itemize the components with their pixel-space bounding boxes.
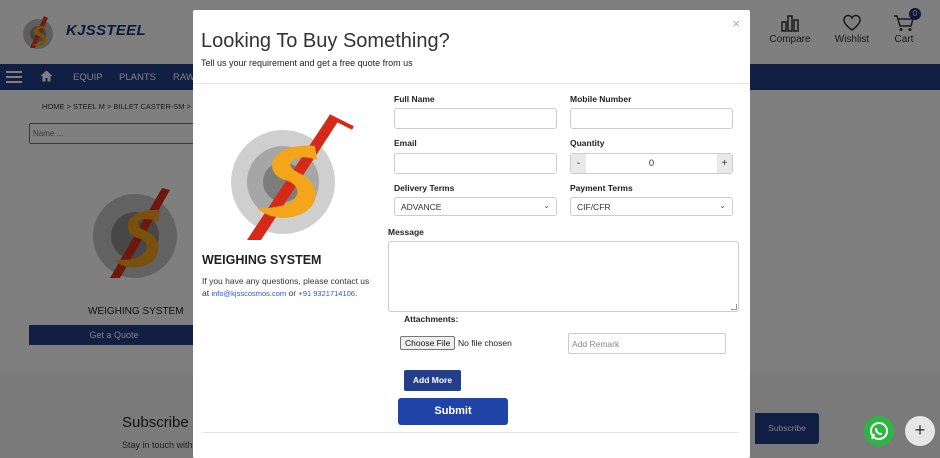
email-label: Email xyxy=(394,138,417,148)
choose-file-button[interactable]: Choose File xyxy=(400,336,456,350)
company-logo-image xyxy=(231,114,354,240)
contact-phone-link[interactable]: +91 9321714106 xyxy=(298,289,355,298)
email-field[interactable] xyxy=(394,153,557,174)
chevron-down-icon: ⌄ xyxy=(543,201,550,210)
delivery-terms-select[interactable]: ADVANCE ⌄ xyxy=(394,197,557,216)
modal-product-title: WEIGHING SYSTEM xyxy=(202,253,322,267)
full-name-field[interactable] xyxy=(394,108,557,129)
contact-text-end: . xyxy=(354,288,358,298)
delivery-terms-label: Delivery Terms xyxy=(394,183,455,193)
add-more-button[interactable]: Add More xyxy=(404,370,461,391)
whatsapp-button[interactable] xyxy=(864,416,894,446)
modal-divider xyxy=(193,83,750,84)
quote-modal: × Looking To Buy Something? Tell us your… xyxy=(193,10,750,458)
full-name-label: Full Name xyxy=(394,94,435,104)
expand-plus-button[interactable]: + xyxy=(905,416,935,446)
mobile-label: Mobile Number xyxy=(570,94,632,104)
chevron-down-icon: ⌄ xyxy=(719,201,726,210)
payment-terms-select[interactable]: CIF/CFR ⌄ xyxy=(570,197,733,216)
contact-text-or: or xyxy=(286,288,299,298)
payment-terms-value: CIF/CFR xyxy=(577,202,611,212)
submit-button[interactable]: Submit xyxy=(398,398,508,425)
message-label: Message xyxy=(388,227,424,237)
remark-input[interactable]: Add Remark xyxy=(568,333,726,354)
modal-footer-divider xyxy=(202,432,739,433)
modal-title: Looking To Buy Something? xyxy=(201,30,450,52)
quantity-label: Quantity xyxy=(570,138,605,148)
message-textarea[interactable] xyxy=(388,241,739,312)
attachments-label: Attachments: xyxy=(404,314,459,324)
quantity-decrement-button[interactable]: - xyxy=(571,154,586,173)
contact-info: If you have any questions, please contac… xyxy=(202,275,377,300)
delivery-terms-value: ADVANCE xyxy=(401,202,442,212)
mobile-field[interactable] xyxy=(570,108,733,129)
quantity-increment-button[interactable]: + xyxy=(717,154,732,173)
payment-terms-label: Payment Terms xyxy=(570,183,633,193)
contact-email-link[interactable]: info@kjsscosmos.com xyxy=(211,289,286,298)
resize-handle-icon[interactable] xyxy=(731,304,737,310)
modal-subtitle: Tell us your requirement and get a free … xyxy=(201,58,413,68)
whatsapp-icon xyxy=(870,422,888,440)
close-icon[interactable]: × xyxy=(732,16,740,31)
quantity-value[interactable]: 0 xyxy=(586,158,717,169)
quantity-stepper: - 0 + xyxy=(570,153,733,174)
file-status-text: No file chosen xyxy=(458,338,512,348)
